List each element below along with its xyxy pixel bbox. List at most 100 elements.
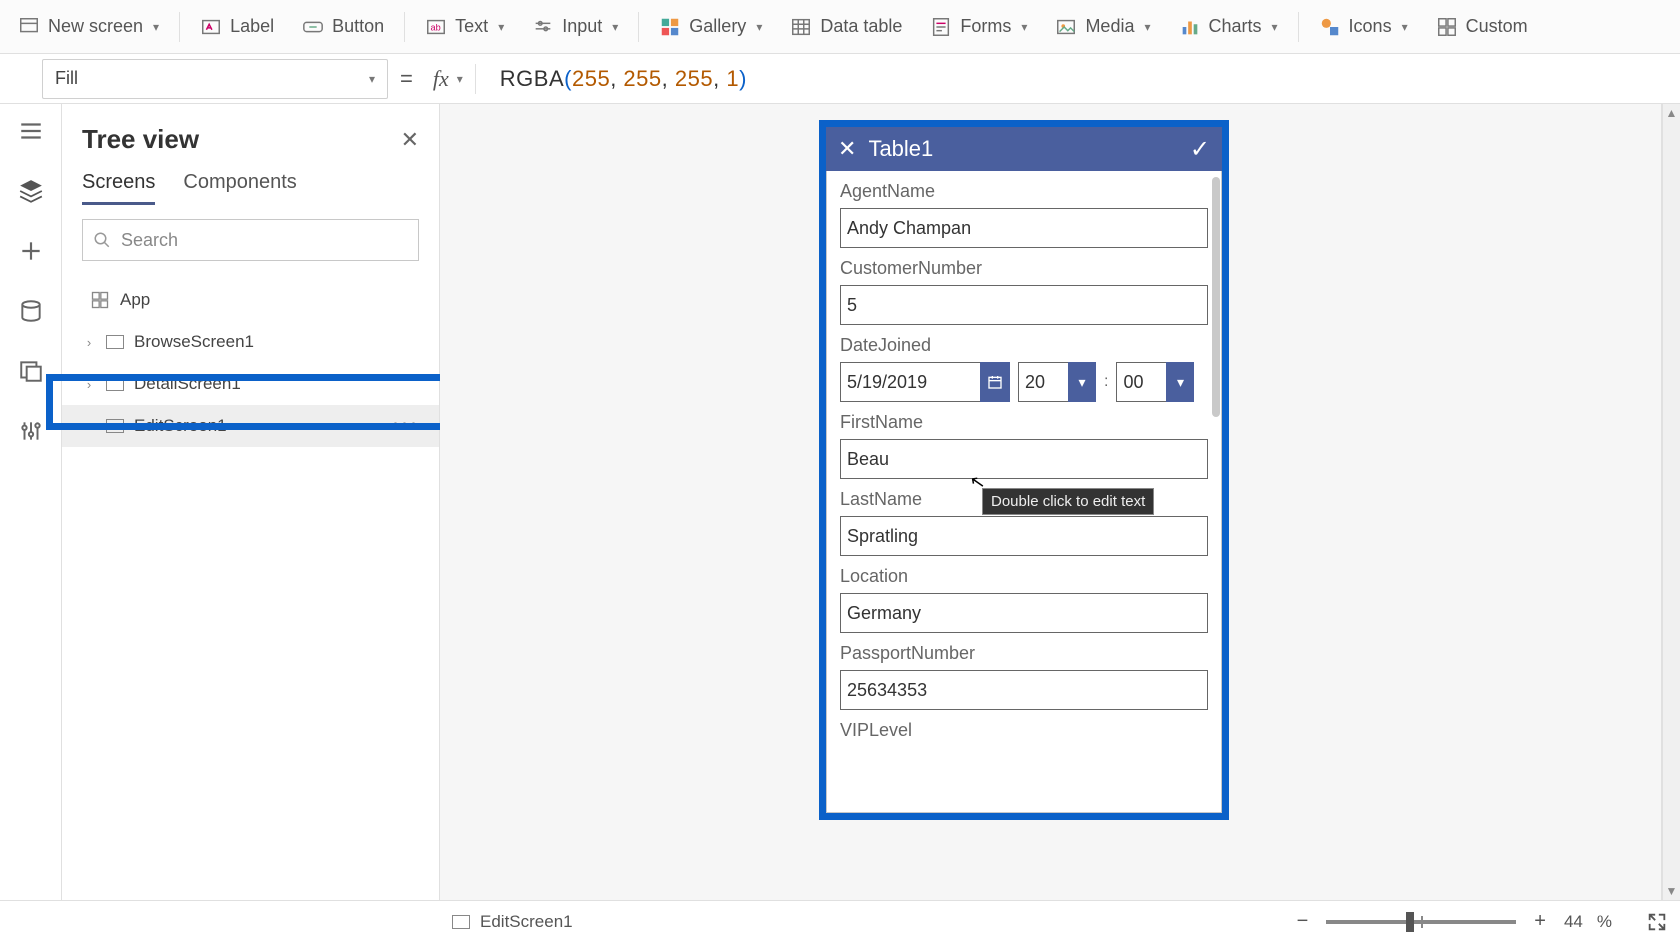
screen-icon bbox=[106, 335, 124, 349]
input-button[interactable]: Input ▾ bbox=[518, 10, 632, 44]
chevron-down-icon: ▾ bbox=[498, 20, 504, 34]
screen-icon bbox=[18, 16, 40, 38]
chevron-down-icon[interactable]: ▾ bbox=[1068, 362, 1096, 402]
gallery-button[interactable]: Gallery ▾ bbox=[645, 10, 776, 44]
text-label: Text bbox=[455, 16, 488, 37]
label-button[interactable]: Label bbox=[186, 10, 288, 44]
input-icon bbox=[532, 16, 554, 38]
formula-function: RGBA bbox=[500, 66, 564, 91]
zoom-in-button[interactable]: + bbox=[1530, 910, 1550, 933]
zoom-unit: % bbox=[1597, 912, 1612, 932]
icons-label: Icons bbox=[1349, 16, 1392, 37]
tree-item-label: BrowseScreen1 bbox=[134, 332, 254, 352]
chevron-down-icon[interactable]: ▾ bbox=[1166, 362, 1194, 402]
close-icon[interactable]: ✕ bbox=[401, 127, 419, 153]
fx-button[interactable]: fx ▾ bbox=[425, 66, 471, 92]
property-name: Fill bbox=[55, 68, 78, 89]
search-icon bbox=[93, 231, 111, 249]
charts-icon bbox=[1179, 16, 1201, 38]
data-icon[interactable] bbox=[18, 298, 44, 324]
tree-item-editscreen1[interactable]: › EditScreen1 ••• bbox=[62, 405, 439, 447]
field-label-passportnumber: PassportNumber bbox=[840, 643, 1208, 664]
hamburger-icon[interactable] bbox=[18, 118, 44, 144]
tab-components[interactable]: Components bbox=[183, 171, 296, 205]
cancel-icon[interactable]: ✕ bbox=[838, 136, 856, 162]
chevron-down-icon: ▾ bbox=[756, 20, 762, 34]
button-icon bbox=[302, 16, 324, 38]
input-label: Input bbox=[562, 16, 602, 37]
chevron-right-icon: › bbox=[82, 377, 96, 392]
tree-search-input[interactable]: Search bbox=[82, 219, 419, 261]
chevron-down-icon: ▾ bbox=[1272, 20, 1278, 34]
forms-button[interactable]: Forms ▾ bbox=[916, 10, 1041, 44]
button-button[interactable]: Button bbox=[288, 10, 398, 44]
data-table-icon bbox=[790, 16, 812, 38]
tree-view-title: Tree view bbox=[82, 124, 199, 155]
icons-icon bbox=[1319, 16, 1341, 38]
equals-sign: = bbox=[400, 66, 413, 92]
screen-icon bbox=[452, 915, 470, 929]
chevron-right-icon: › bbox=[82, 419, 96, 434]
icons-button[interactable]: Icons ▾ bbox=[1305, 10, 1422, 44]
input-datejoined-minute[interactable] bbox=[1116, 362, 1166, 402]
field-label-datejoined: DateJoined bbox=[840, 335, 1208, 356]
media-panel-icon[interactable] bbox=[18, 358, 44, 384]
calendar-icon[interactable] bbox=[980, 362, 1010, 402]
new-screen-button[interactable]: New screen ▾ bbox=[4, 10, 173, 44]
zoom-slider[interactable] bbox=[1326, 920, 1516, 924]
edit-form-screen[interactable]: ✕ Table1 ✓ AgentName CustomerNumber bbox=[819, 120, 1229, 820]
design-canvas[interactable]: ✕ Table1 ✓ AgentName CustomerNumber bbox=[440, 104, 1662, 900]
text-button[interactable]: ab Text ▾ bbox=[411, 10, 518, 44]
data-table-label: Data table bbox=[820, 16, 902, 37]
forms-icon bbox=[930, 16, 952, 38]
status-bar: EditScreen1 − + 44 % bbox=[0, 900, 1680, 942]
input-lastname[interactable] bbox=[840, 516, 1208, 556]
input-agentname[interactable] bbox=[840, 208, 1208, 248]
data-table-button[interactable]: Data table bbox=[776, 10, 916, 44]
label-label: Label bbox=[230, 16, 274, 37]
property-selector[interactable]: Fill ▾ bbox=[42, 59, 388, 99]
field-label-customernumber: CustomerNumber bbox=[840, 258, 1208, 279]
custom-button[interactable]: Custom bbox=[1422, 10, 1542, 44]
canvas-scrollbar[interactable]: ▲ ▼ bbox=[1662, 104, 1680, 900]
input-datejoined-date[interactable] bbox=[840, 362, 980, 402]
tree-item-app[interactable]: App bbox=[62, 279, 439, 321]
input-customernumber[interactable] bbox=[840, 285, 1208, 325]
text-icon: ab bbox=[425, 16, 447, 38]
charts-button[interactable]: Charts ▾ bbox=[1165, 10, 1292, 44]
insert-icon[interactable] bbox=[18, 238, 44, 264]
input-datejoined-hour[interactable] bbox=[1018, 362, 1068, 402]
scroll-up-icon[interactable]: ▲ bbox=[1663, 106, 1680, 120]
tooltip: Double click to edit text bbox=[982, 488, 1154, 515]
input-location[interactable] bbox=[840, 593, 1208, 633]
zoom-value: 44 bbox=[1564, 912, 1583, 932]
formula-input[interactable]: RGBA(255, 255, 255, 1) bbox=[500, 66, 747, 92]
chevron-down-icon: ▾ bbox=[1021, 20, 1027, 34]
new-screen-label: New screen bbox=[48, 16, 143, 37]
chevron-down-icon: ▾ bbox=[457, 72, 463, 86]
field-label-agentname: AgentName bbox=[840, 181, 1208, 202]
scrollbar[interactable] bbox=[1212, 177, 1220, 417]
gallery-label: Gallery bbox=[689, 16, 746, 37]
fullscreen-icon[interactable] bbox=[1646, 911, 1668, 933]
media-button[interactable]: Media ▾ bbox=[1041, 10, 1164, 44]
tree-view-icon[interactable] bbox=[18, 178, 44, 204]
input-firstname[interactable] bbox=[840, 439, 1208, 479]
tree-item-browsescreen1[interactable]: › BrowseScreen1 bbox=[62, 321, 439, 363]
tree-item-detailscreen1[interactable]: › DetailScreen1 bbox=[62, 363, 439, 405]
chevron-down-icon: ▾ bbox=[153, 20, 159, 34]
tree-item-label: DetailScreen1 bbox=[134, 374, 241, 394]
app-icon bbox=[90, 290, 110, 310]
zoom-out-button[interactable]: − bbox=[1293, 910, 1313, 933]
more-icon[interactable]: ••• bbox=[392, 415, 429, 438]
form-header: ✕ Table1 ✓ bbox=[826, 127, 1222, 171]
chevron-down-icon: ▾ bbox=[1402, 20, 1408, 34]
input-passportnumber[interactable] bbox=[840, 670, 1208, 710]
submit-icon[interactable]: ✓ bbox=[1190, 135, 1210, 164]
fx-icon: fx bbox=[433, 66, 449, 92]
form-title: Table1 bbox=[868, 136, 1177, 162]
advanced-icon[interactable] bbox=[18, 418, 44, 444]
tab-screens[interactable]: Screens bbox=[82, 171, 155, 205]
custom-label: Custom bbox=[1466, 16, 1528, 37]
scroll-down-icon[interactable]: ▼ bbox=[1663, 884, 1680, 898]
